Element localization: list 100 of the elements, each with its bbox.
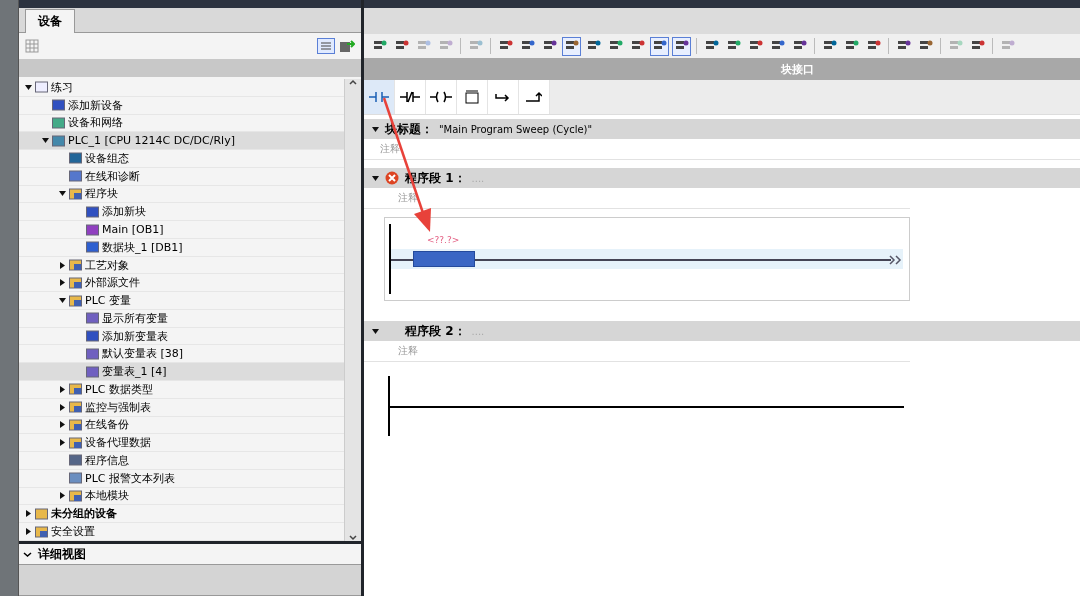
- item-icon: [86, 241, 99, 254]
- collapsed-icon[interactable]: [59, 385, 66, 393]
- expanded-icon[interactable]: [59, 190, 66, 198]
- tree-item[interactable]: 安全设置: [19, 523, 344, 541]
- collapsed-icon[interactable]: [59, 421, 66, 429]
- ladder-tool-button[interactable]: [395, 80, 426, 114]
- tree-item[interactable]: 程序信息: [19, 452, 344, 470]
- folder-icon: [69, 276, 82, 289]
- folder-icon: [35, 507, 48, 520]
- expanded-icon[interactable]: [372, 327, 379, 335]
- tree-item[interactable]: Main [OB1]: [19, 221, 344, 239]
- export-icon[interactable]: [339, 38, 355, 54]
- tree-label: 外部源文件: [85, 275, 140, 291]
- tree-item[interactable]: 未分组的设备: [19, 505, 344, 524]
- panel-tab[interactable]: 设备: [25, 9, 75, 33]
- collapsed-icon[interactable]: [59, 492, 66, 500]
- tree-item[interactable]: PLC 报警文本列表: [19, 469, 344, 488]
- tree-item[interactable]: PLC 变量: [19, 292, 344, 310]
- tree-label: 本地模块: [85, 488, 129, 504]
- folder-icon: [69, 294, 82, 307]
- toolbar-button[interactable]: [562, 36, 581, 56]
- ladder-tool-button[interactable]: [426, 80, 457, 114]
- expanded-icon[interactable]: [372, 125, 379, 133]
- collapsed-icon[interactable]: [59, 261, 66, 269]
- tree-item[interactable]: 工艺对象: [19, 256, 344, 275]
- collapsed-icon[interactable]: [25, 510, 32, 518]
- branch-close-icon: [526, 91, 542, 103]
- item-icon: [86, 312, 99, 325]
- item-icon: [52, 116, 65, 129]
- tree-label: 在线备份: [85, 417, 129, 433]
- tree-item[interactable]: PLC 数据类型: [19, 381, 344, 399]
- toolbar-button[interactable]: [650, 36, 669, 56]
- tree-item[interactable]: 本地模块: [19, 487, 344, 506]
- tree-label: 程序信息: [85, 452, 129, 468]
- folder-icon: [69, 259, 82, 272]
- ladder-tool-button[interactable]: [519, 80, 550, 114]
- tree-label: 练习: [51, 79, 73, 95]
- network-comment: ....: [471, 325, 485, 337]
- ladder-tool-button[interactable]: [488, 80, 519, 114]
- tree-item[interactable]: 监控与强制表: [19, 398, 344, 417]
- tree-item[interactable]: 添加新变量表: [19, 327, 344, 346]
- double-arrow-icon: [889, 255, 903, 265]
- item-icon: [52, 134, 65, 147]
- item-icon: [86, 330, 99, 343]
- error-icon: [385, 171, 399, 185]
- tree-label: PLC 变量: [85, 293, 131, 309]
- tree-item[interactable]: 数据块_1 [DB1]: [19, 238, 344, 257]
- tree-item[interactable]: PLC_1 [CPU 1214C DC/DC/Rly]: [19, 132, 344, 151]
- tree-label: 数据块_1 [DB1]: [102, 239, 183, 255]
- tree-item[interactable]: 设备组态: [19, 150, 344, 168]
- tree-label: 未分组的设备: [51, 506, 117, 522]
- item-icon: [86, 223, 99, 236]
- tree-label: Main [OB1]: [102, 223, 164, 236]
- collapsed-chevron-icon[interactable]: [23, 550, 32, 558]
- collapsed-icon[interactable]: [59, 279, 66, 287]
- collapsed-icon[interactable]: [25, 528, 32, 535]
- closed-contact-icon: [400, 91, 420, 103]
- scrollbar[interactable]: [344, 79, 361, 541]
- collapsed-icon[interactable]: [59, 439, 66, 447]
- comment-text: 注释: [380, 142, 400, 156]
- contact-tag: <??.?>: [427, 235, 460, 245]
- tree-label: 显示所有变量: [102, 310, 168, 326]
- toolbar-button[interactable]: [672, 36, 691, 56]
- scroll-up-icon[interactable]: [349, 79, 357, 85]
- collapsed-icon[interactable]: [59, 403, 66, 411]
- item-icon: [69, 170, 82, 183]
- folder-icon: [69, 418, 82, 431]
- tree-item[interactable]: 练习: [19, 79, 344, 97]
- tree-item[interactable]: 设备代理数据: [19, 434, 344, 453]
- tree-item[interactable]: 在线备份: [19, 416, 344, 435]
- tree-item[interactable]: 外部源文件: [19, 274, 344, 293]
- tree-item[interactable]: 在线和诊断: [19, 167, 344, 186]
- tree-label: 安全设置: [51, 524, 95, 539]
- item-icon: [86, 205, 99, 218]
- tree-item[interactable]: 程序块: [19, 185, 344, 204]
- item-icon: [69, 472, 82, 485]
- tree-item[interactable]: 变量表_1 [4]: [19, 363, 344, 381]
- tree-label: 监控与强制表: [85, 399, 151, 415]
- tree-item[interactable]: 显示所有变量: [19, 309, 344, 328]
- coil-icon: [430, 91, 452, 103]
- expanded-icon[interactable]: [372, 174, 379, 182]
- contact-icon: [369, 91, 389, 103]
- network-title: 程序段 2：: [405, 322, 466, 340]
- comment-text: 注释: [398, 344, 418, 358]
- scroll-down-icon[interactable]: [349, 535, 357, 541]
- expanded-icon[interactable]: [59, 297, 66, 305]
- tree-label: 添加新设备: [68, 97, 123, 113]
- tree-label: 设备和网络: [68, 115, 123, 131]
- tree-item[interactable]: 添加新设备: [19, 96, 344, 115]
- list-view-icon[interactable]: [317, 38, 335, 54]
- folder-icon: [69, 490, 82, 502]
- expanded-icon[interactable]: [25, 83, 32, 91]
- tree-label: 默认变量表 [38]: [102, 346, 184, 362]
- interface-title: 块接口: [780, 61, 814, 77]
- item-icon: [69, 454, 82, 467]
- expanded-icon[interactable]: [42, 137, 49, 145]
- tree-label: 设备代理数据: [85, 435, 151, 451]
- tree-label: 工艺对象: [85, 257, 129, 273]
- tree-item[interactable]: 添加新块: [19, 203, 344, 222]
- tree-label: 在线和诊断: [85, 168, 140, 184]
